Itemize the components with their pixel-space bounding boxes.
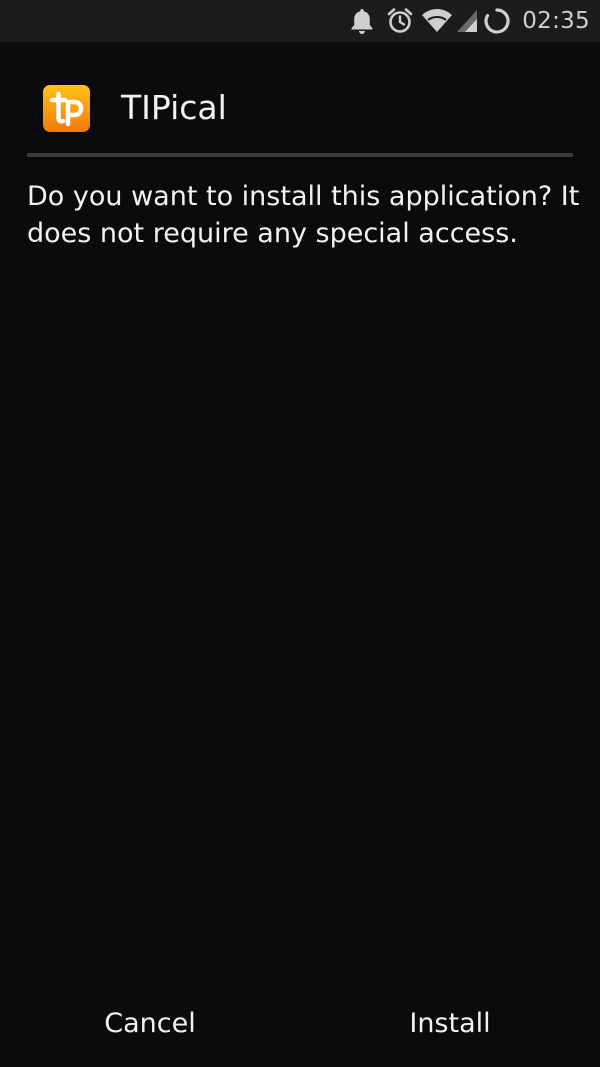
tipical-app-icon xyxy=(43,85,90,132)
cancel-button[interactable]: Cancel xyxy=(0,987,300,1067)
button-bar: Cancel Install xyxy=(0,987,600,1067)
alarm-clock-icon xyxy=(380,0,420,42)
app-title: TIPical xyxy=(121,88,227,127)
status-icons: 02:35 xyxy=(344,0,590,42)
wifi-icon xyxy=(420,0,454,42)
signal-icon xyxy=(454,0,480,42)
install-button[interactable]: Install xyxy=(300,987,600,1067)
app-header: TIPical xyxy=(0,42,600,154)
notification-bell-icon xyxy=(344,0,380,42)
install-screen: 02:35 TIPical Do you want to install thi… xyxy=(0,0,600,1067)
install-message: Do you want to install this application?… xyxy=(27,181,580,249)
status-bar: 02:35 xyxy=(0,0,600,42)
header-divider xyxy=(27,153,573,157)
loading-spinner-icon xyxy=(480,0,514,42)
status-time: 02:35 xyxy=(522,8,590,34)
